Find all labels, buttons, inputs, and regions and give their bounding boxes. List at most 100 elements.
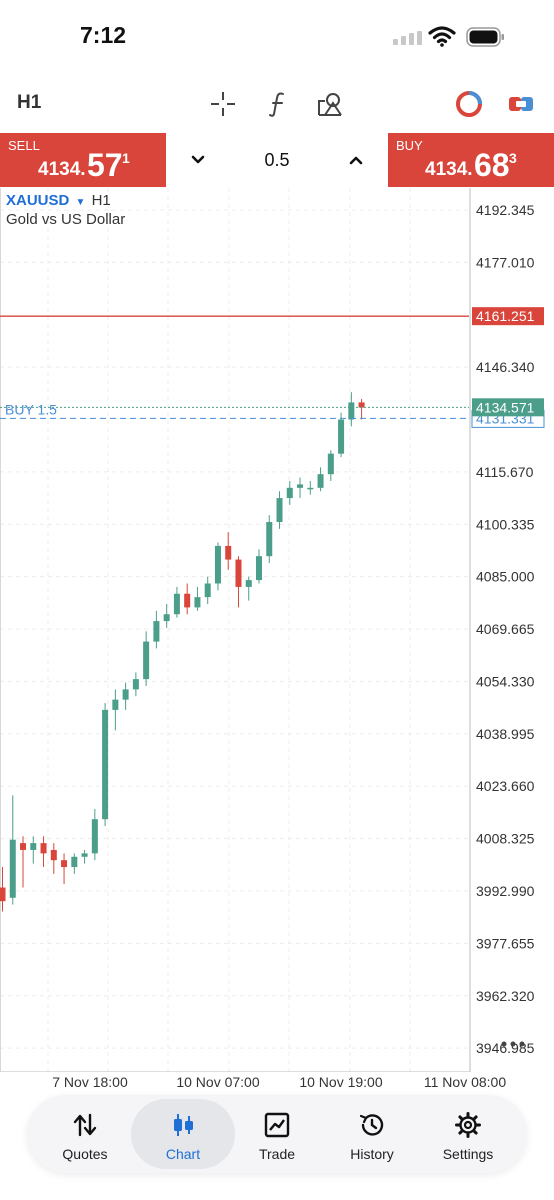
nav-settings[interactable]: Settings (420, 1099, 516, 1169)
candle-body (143, 641, 150, 680)
time-axis-label: 11 Nov 08:00 (423, 1074, 507, 1090)
battery-icon (466, 27, 504, 47)
price-axis-label: 3977.655 (476, 935, 535, 951)
candle-body (9, 839, 16, 898)
color-scheme-icon[interactable] (455, 90, 483, 118)
indicator-icon[interactable] (264, 90, 292, 118)
symbol-name: XAUUSD (6, 192, 70, 209)
candle-body (112, 699, 119, 710)
price-axis-label: 4085.000 (476, 569, 535, 585)
nav-history-label: History (350, 1146, 394, 1162)
candle-body (163, 614, 170, 622)
buy-button[interactable]: BUY 4134. 68 3 (388, 133, 554, 187)
nav-trade-label: Trade (258, 1146, 296, 1162)
timeframe-selector[interactable]: H1 (17, 92, 41, 114)
candle-body (194, 597, 201, 608)
candle-body (122, 689, 129, 700)
price-axis-label: 4008.325 (476, 831, 535, 847)
candle-body (256, 556, 262, 581)
volume-control: 0.5 (166, 133, 388, 187)
candle-body (71, 856, 78, 868)
time-axis-label: 10 Nov 19:00 (299, 1074, 383, 1090)
candle-body (173, 593, 180, 615)
bottom-navigation: Quotes Chart Trade History Settings (27, 1095, 527, 1173)
buy-price-sup: 3 (509, 150, 517, 166)
candle-body (245, 580, 252, 587)
nav-settings-label: Settings (442, 1146, 494, 1162)
chart-toolbar: H1 (0, 76, 554, 132)
status-bar: 7:12 (0, 0, 554, 76)
one-click-trade-panel: SELL 4134. 57 1 0.5 BUY 4134. 68 3 (0, 133, 554, 187)
candle-body (61, 860, 68, 868)
objects-icon[interactable] (316, 90, 344, 118)
symbol-timeframe: H1 (91, 192, 111, 209)
price-axis-label: 4146.340 (476, 359, 535, 375)
history-clock-icon (359, 1114, 384, 1136)
bid-price-label: 4134.571 (476, 399, 535, 415)
signal-icon (393, 31, 422, 45)
candle-body (102, 709, 109, 820)
candlestick-icon (174, 1114, 193, 1136)
candle-body (348, 402, 355, 420)
crosshair-icon[interactable] (209, 90, 237, 118)
price-axis-label: 3962.320 (476, 988, 535, 1004)
candle-body (50, 849, 57, 861)
price-axis-label: 4100.335 (476, 516, 535, 532)
price-axis-label: 3992.990 (476, 883, 535, 899)
candle-body (286, 487, 293, 499)
candle-body (307, 487, 314, 490)
candle-body (81, 853, 88, 857)
nav-chart-label: Chart (165, 1146, 201, 1162)
more-icon[interactable] (500, 1040, 526, 1048)
buy-price-main: 4134. (425, 159, 473, 180)
time-axis-label: 10 Nov 07:00 (176, 1074, 260, 1090)
wifi-icon (428, 26, 456, 47)
status-time: 7:12 (80, 22, 127, 48)
price-axis-label: 4054.330 (476, 673, 535, 689)
sell-price-sup: 1 (122, 150, 130, 166)
price-axis-label: 4069.665 (476, 621, 535, 637)
price-axis-label: 4192.345 (476, 202, 535, 218)
chart-canvas[interactable]: 4192.345 4177.010 4146.340 4115.670 4100.335… (0, 188, 554, 1072)
symbol-header[interactable]: XAUUSD ▼ H1 (6, 192, 111, 209)
price-axis-label: 4023.660 (476, 778, 535, 794)
chevron-up-icon[interactable] (343, 147, 369, 173)
candle-body (358, 402, 365, 408)
sell-button[interactable]: SELL 4134. 57 1 (0, 133, 166, 187)
candle-body (30, 843, 37, 850)
position-label[interactable]: BUY 1.5 (5, 401, 57, 417)
candle-body (132, 679, 139, 690)
candle-body (204, 583, 211, 598)
sell-price-main: 4134. (38, 159, 86, 180)
price-chart[interactable]: 4192.345 4177.010 4146.340 4115.670 4100.335… (0, 188, 554, 1090)
price-axis-label: 4038.995 (476, 726, 535, 742)
gear-icon (455, 1112, 481, 1138)
alert-price-label: 4161.251 (476, 308, 535, 324)
candle-body (338, 419, 345, 454)
nav-quotes-label: Quotes (62, 1146, 108, 1162)
candle-body (153, 621, 160, 642)
quotes-arrows-icon (73, 1113, 97, 1137)
price-axis-label: 4115.670 (476, 464, 534, 480)
one-click-trading-icon[interactable] (507, 90, 535, 118)
sell-label: SELL (8, 138, 40, 153)
nav-history[interactable]: History (324, 1099, 420, 1169)
candle-body (266, 521, 273, 557)
candle-body (235, 559, 242, 587)
candle-body (225, 545, 232, 560)
symbol-description: Gold vs US Dollar (6, 211, 126, 228)
candle-body (40, 843, 47, 854)
candle-body (214, 545, 221, 584)
sell-price-big: 57 (87, 147, 123, 183)
nav-trade[interactable]: Trade (229, 1099, 325, 1169)
candle-body (297, 484, 304, 488)
buy-price-big: 68 (474, 147, 510, 183)
candle-body (91, 819, 98, 854)
time-axis-label: 7 Nov 18:00 (52, 1074, 128, 1090)
candle-body (276, 498, 283, 522)
caret-down-icon: ▼ (75, 197, 86, 208)
candle-body (0, 887, 6, 902)
nav-chart[interactable]: Chart (131, 1099, 235, 1169)
price-axis-label: 4177.010 (476, 254, 535, 270)
nav-quotes[interactable]: Quotes (37, 1099, 133, 1169)
